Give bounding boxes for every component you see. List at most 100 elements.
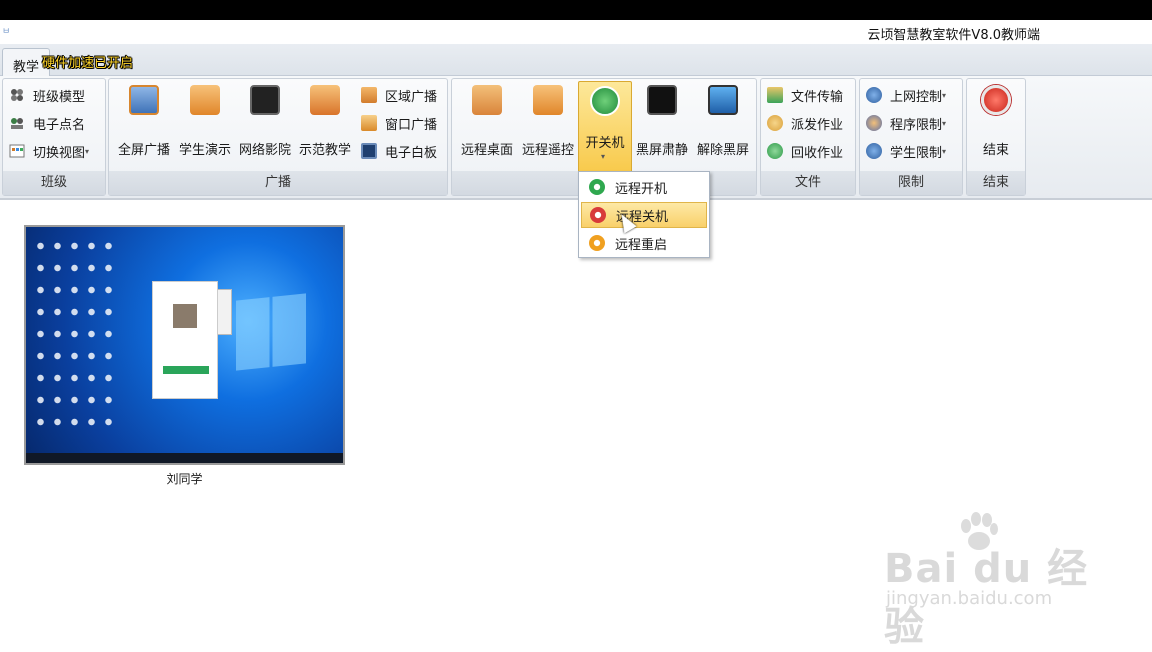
fullscreen-broadcast-icon bbox=[129, 85, 159, 115]
screen-top-bar bbox=[0, 0, 1152, 20]
file-transfer-button[interactable]: 文件传输 bbox=[767, 83, 843, 107]
class-group: 班级模型 电子点名 切换视图 ▾ 班级 bbox=[2, 78, 106, 196]
chevron-down-icon: ▾ bbox=[942, 118, 947, 128]
chevron-down-icon: ▾ bbox=[942, 90, 947, 100]
remote-shutdown-icon bbox=[590, 207, 606, 223]
demo-teaching-icon bbox=[310, 85, 340, 115]
whiteboard-label: 电子白板 bbox=[385, 145, 438, 161]
black-screen-button[interactable]: 黑屏肃静 bbox=[632, 85, 692, 173]
student-limit-button[interactable]: 学生限制 ▾ bbox=[866, 139, 946, 163]
whiteboard-icon bbox=[361, 143, 377, 159]
remote-control-icon bbox=[533, 85, 563, 115]
menu-item-remote-restart[interactable]: 远程重启 bbox=[581, 230, 707, 256]
unlock-screen-label: 解除黑屏 bbox=[696, 143, 749, 158]
end-label: 结束 bbox=[982, 143, 1009, 158]
file-transfer-label: 文件传输 bbox=[791, 89, 844, 105]
switch-view-button[interactable]: 切换视图 ▾ bbox=[9, 139, 89, 163]
menu-item-remote-power-on[interactable]: 远程开机 bbox=[581, 174, 707, 200]
network-cinema-button[interactable]: 网络影院 bbox=[235, 85, 295, 173]
power-dropdown-menu: 远程开机 远程关机 远程重启 bbox=[578, 171, 710, 258]
black-screen-label: 黑屏肃静 bbox=[635, 143, 688, 158]
demo-teaching-button[interactable]: 示范教学 bbox=[295, 85, 355, 173]
switch-view-icon bbox=[9, 143, 25, 159]
class-group-label: 班级 bbox=[3, 171, 105, 195]
web-control-button[interactable]: 上网控制 ▾ bbox=[866, 83, 946, 107]
student-demo-label: 学生演示 bbox=[178, 143, 231, 158]
window-broadcast-icon bbox=[361, 115, 377, 131]
power-label: 开关机 bbox=[585, 136, 625, 151]
fullscreen-broadcast-label: 全屏广播 bbox=[117, 143, 170, 158]
chevron-down-icon: ▾ bbox=[85, 146, 90, 156]
student-limit-label: 学生限制 bbox=[890, 145, 943, 161]
desktop-icons bbox=[32, 235, 116, 435]
windows-logo bbox=[236, 293, 306, 371]
dialog-confirm-bar bbox=[163, 366, 209, 374]
remote-control-button[interactable]: 远程遥控 bbox=[518, 85, 578, 173]
student-screen-thumbnail[interactable] bbox=[24, 225, 345, 465]
limit-group: 上网控制 ▾ 程序限制 ▾ 学生限制 ▾ 限制 bbox=[859, 78, 963, 196]
window-broadcast-button[interactable]: 窗口广播 bbox=[361, 111, 437, 135]
roll-call-label: 电子点名 bbox=[33, 117, 86, 133]
unlock-screen-icon bbox=[708, 85, 738, 115]
demo-teaching-label: 示范教学 bbox=[298, 143, 351, 158]
end-group-label: 结束 bbox=[967, 171, 1025, 195]
chevron-down-icon: ▾ bbox=[601, 152, 606, 161]
end-button[interactable]: 结束 bbox=[969, 85, 1023, 173]
network-cinema-icon bbox=[250, 85, 280, 115]
stop-icon bbox=[981, 85, 1011, 115]
program-limit-icon bbox=[866, 115, 882, 131]
switch-view-label: 切换视图 bbox=[33, 145, 86, 161]
remote-restart-icon bbox=[589, 235, 605, 251]
power-icon bbox=[590, 86, 620, 116]
program-limit-button[interactable]: 程序限制 ▾ bbox=[866, 111, 946, 135]
limit-group-label: 限制 bbox=[860, 171, 962, 195]
assign-homework-icon bbox=[767, 115, 783, 131]
roll-call-button[interactable]: 电子点名 bbox=[9, 111, 85, 135]
app-icon: ㅂ bbox=[2, 27, 11, 37]
student-name: 刘同学 bbox=[166, 472, 203, 486]
student-demo-button[interactable]: 学生演示 bbox=[175, 85, 235, 173]
program-limit-label: 程序限制 bbox=[890, 117, 943, 133]
menu-item-label: 远程开机 bbox=[615, 181, 668, 197]
file-group-label: 文件 bbox=[761, 171, 855, 195]
class-model-icon bbox=[9, 87, 25, 103]
remote-control-label: 远程遥控 bbox=[521, 143, 574, 158]
fullscreen-broadcast-button[interactable]: 全屏广播 bbox=[113, 85, 175, 173]
unlock-screen-button[interactable]: 解除黑屏 bbox=[692, 85, 754, 173]
power-button[interactable]: 开关机 ▾ bbox=[578, 81, 632, 175]
chevron-down-icon: ▾ bbox=[942, 146, 947, 156]
file-group: 文件传输 派发作业 回收作业 文件 bbox=[760, 78, 856, 196]
ribbon-tab-row: 教学 硬件加速已开启 bbox=[0, 44, 1152, 77]
network-cinema-label: 网络影院 bbox=[238, 143, 291, 158]
ribbon: 班级模型 电子点名 切换视图 ▾ 班级 全屏广播 学生演示 网络影院 示范教学 … bbox=[0, 76, 1152, 200]
area-broadcast-label: 区域广播 bbox=[385, 89, 438, 105]
student-limit-icon bbox=[866, 143, 882, 159]
menu-item-remote-shutdown[interactable]: 远程关机 bbox=[581, 202, 707, 228]
collect-homework-icon bbox=[767, 143, 783, 159]
class-model-button[interactable]: 班级模型 bbox=[9, 83, 85, 107]
roll-call-icon bbox=[9, 115, 25, 131]
collect-homework-button[interactable]: 回收作业 bbox=[767, 139, 843, 163]
class-model-label: 班级模型 bbox=[33, 89, 86, 105]
whiteboard-button[interactable]: 电子白板 bbox=[361, 139, 437, 163]
taskbar bbox=[26, 453, 343, 463]
broadcast-group-label: 广播 bbox=[109, 171, 447, 195]
student-demo-icon bbox=[190, 85, 220, 115]
broadcast-group: 全屏广播 学生演示 网络影院 示范教学 区域广播 窗口广播 电子白板 广播 bbox=[108, 78, 448, 196]
web-control-icon bbox=[866, 87, 882, 103]
hardware-acceleration-note: 硬件加速已开启 bbox=[42, 56, 134, 71]
avatar bbox=[173, 304, 197, 328]
black-screen-lock-icon bbox=[647, 85, 677, 115]
window-broadcast-label: 窗口广播 bbox=[385, 117, 438, 133]
remote-desktop-label: 远程桌面 bbox=[460, 143, 513, 158]
end-group: 结束 结束 bbox=[966, 78, 1026, 196]
area-broadcast-icon bbox=[361, 87, 377, 103]
menu-item-label: 远程重启 bbox=[615, 237, 668, 253]
watermark-url: jingyan.baidu.com bbox=[886, 588, 1053, 609]
assign-homework-label: 派发作业 bbox=[791, 117, 844, 133]
window-title: 云顷智慧教室软件V8.0教师端 bbox=[867, 28, 1040, 43]
remote-desktop-button[interactable]: 远程桌面 bbox=[456, 85, 518, 173]
assign-homework-button[interactable]: 派发作业 bbox=[767, 111, 843, 135]
area-broadcast-button[interactable]: 区域广播 bbox=[361, 83, 437, 107]
title-bar: ㅂ 云顷智慧教室软件V8.0教师端 bbox=[0, 20, 1152, 44]
